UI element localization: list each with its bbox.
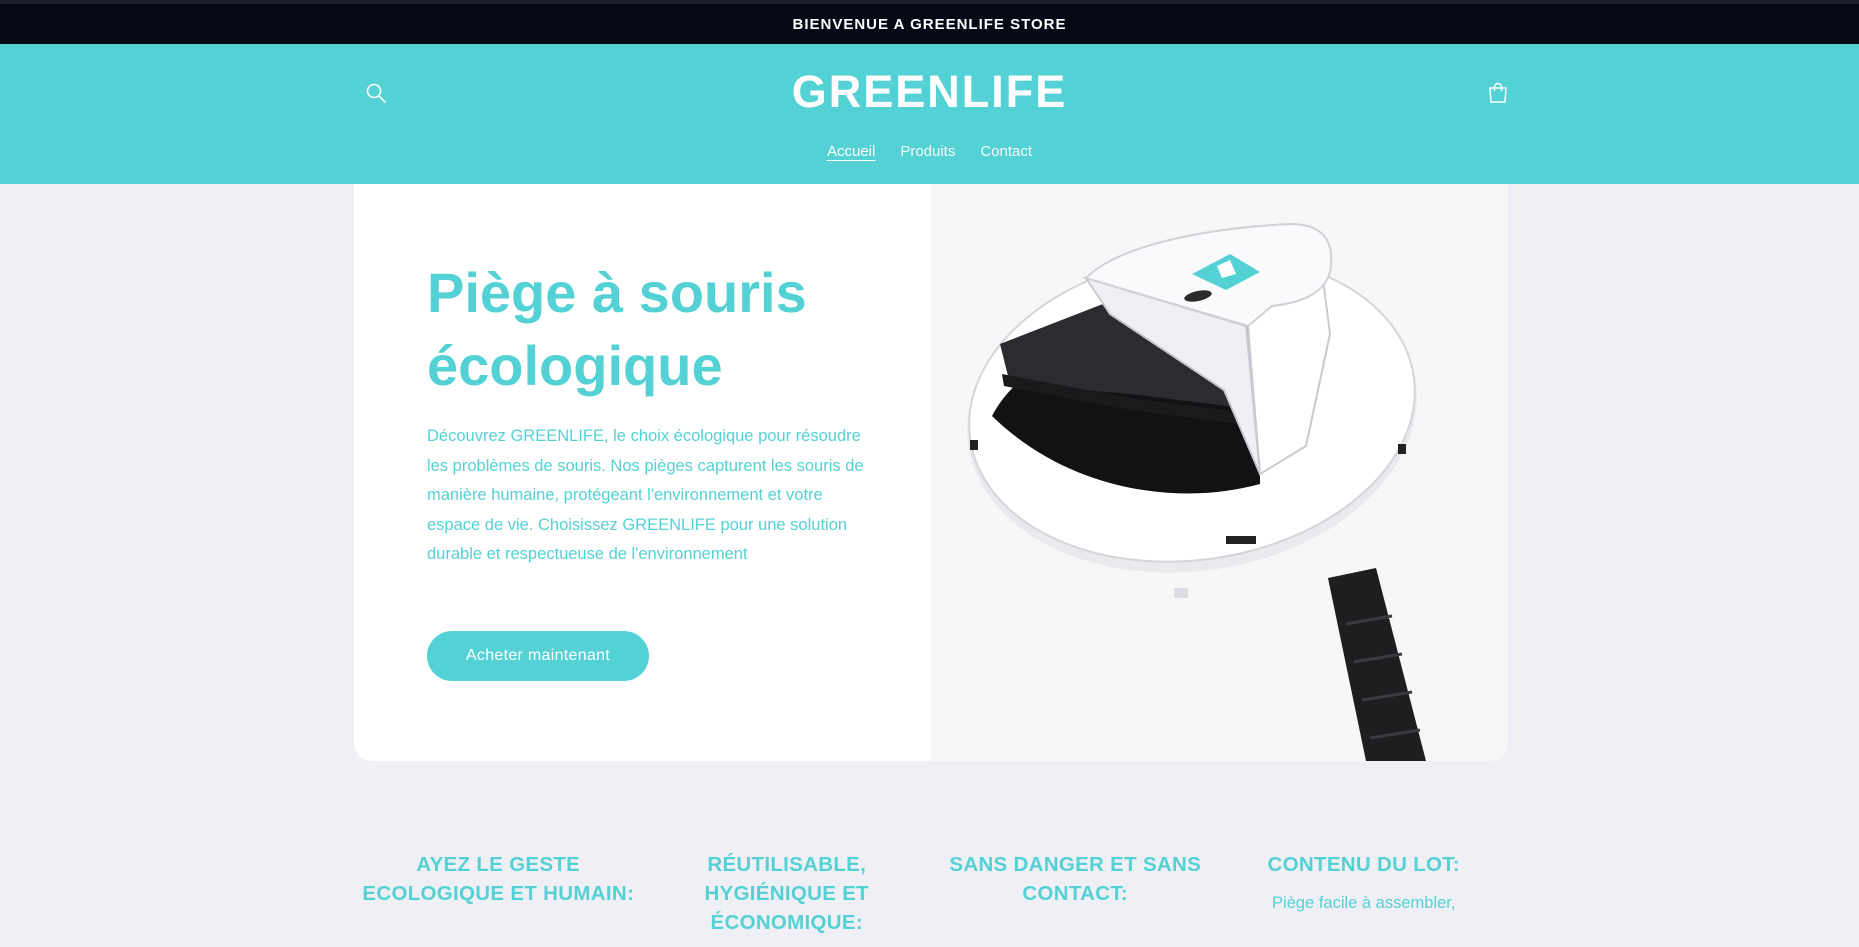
features-section: AYEZ LE GESTE ECOLOGIQUE ET HUMAIN: RÉUT…: [354, 850, 1508, 947]
feature-title: RÉUTILISABLE, HYGIÉNIQUE ET ÉCONOMIQUE:: [704, 853, 869, 934]
feature-contenu: CONTENU DU LOT: Piège facile à assembler…: [1220, 850, 1509, 947]
main-nav: Accueil Produits Contact: [0, 143, 1859, 160]
nav-link-accueil[interactable]: Accueil: [827, 143, 875, 160]
feature-title: CONTENU DU LOT:: [1267, 853, 1460, 876]
site-header: GREENLIFE Accueil Produits Contact: [0, 44, 1859, 184]
announcement-text: BIENVENUE A GREENLIFE STORE: [792, 15, 1067, 33]
nav-link-contact[interactable]: Contact: [980, 143, 1032, 160]
feature-ecologique: AYEZ LE GESTE ECOLOGIQUE ET HUMAIN:: [354, 850, 643, 947]
cart-button[interactable]: [1480, 75, 1516, 111]
feature-reutilisable: RÉUTILISABLE, HYGIÉNIQUE ET ÉCONOMIQUE:: [643, 850, 932, 947]
hero-banner: Piège à souris écologique Découvrez GREE…: [354, 184, 1508, 761]
site-logo[interactable]: GREENLIFE: [0, 66, 1859, 118]
announcement-bar: BIENVENUE A GREENLIFE STORE: [0, 0, 1859, 44]
buy-now-button[interactable]: Acheter maintenant: [427, 631, 649, 681]
nav-link-produits[interactable]: Produits: [900, 143, 955, 160]
cart-icon: [1489, 82, 1507, 103]
mouse-trap-image: [967, 222, 1426, 761]
hero-image-panel: [930, 184, 1508, 761]
hero-title-line2: écologique: [427, 334, 723, 397]
feature-title: AYEZ LE GESTE ECOLOGIQUE ET HUMAIN:: [362, 853, 635, 905]
feature-text: Piège facile à assembler,: [1272, 894, 1456, 912]
hero-description: Découvrez GREENLIFE, le choix écologique…: [427, 427, 864, 563]
feature-title: SANS DANGER ET SANS CONTACT:: [949, 853, 1202, 905]
hero-title-line1: Piège à souris: [427, 261, 807, 324]
hero-title: Piège à souris écologique: [427, 256, 907, 402]
hero-text-panel: Piège à souris écologique Découvrez GREE…: [354, 184, 930, 761]
feature-sans-danger: SANS DANGER ET SANS CONTACT:: [931, 850, 1220, 947]
